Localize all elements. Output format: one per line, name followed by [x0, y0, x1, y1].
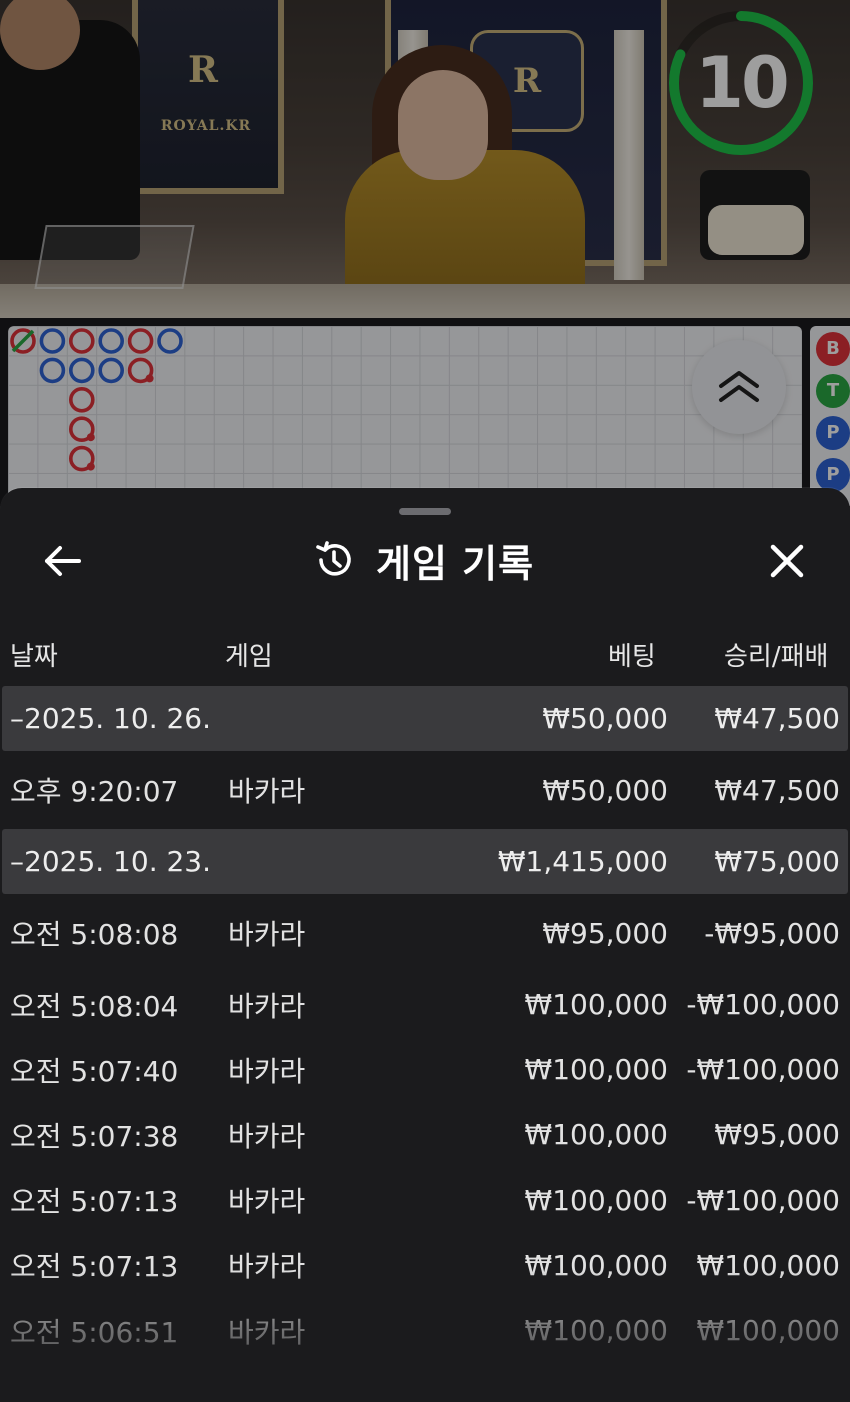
dim-overlay[interactable] — [0, 0, 850, 506]
history-table-header: 날짜 게임 베팅 승리/패배 — [0, 628, 850, 678]
game-row[interactable]: 오전 5:07:13 바카라 ₩100,000 ₩100,000 — [2, 1233, 848, 1298]
win-loss-amount: -₩100,000 — [686, 1183, 840, 1217]
group-date: –2025. 10. 26. — [10, 702, 212, 735]
game-row[interactable]: 오후 9:20:07 바카라 ₩50,000 ₩47,500 — [2, 751, 848, 829]
bet-amount: ₩100,000 — [524, 1118, 668, 1152]
game-name: 바카라 — [228, 1185, 306, 1219]
game-time: 오전 5:06:51 — [10, 1315, 179, 1349]
close-button[interactable] — [762, 536, 812, 586]
sheet-title: 게임 기록 — [312, 532, 534, 588]
column-header-result: 승리/패배 — [724, 642, 829, 672]
game-time: 오전 5:08:04 — [10, 989, 179, 1023]
game-name: 바카라 — [228, 1119, 306, 1153]
bet-amount: ₩100,000 — [524, 1183, 668, 1217]
game-row[interactable]: 오전 5:07:38 바카라 ₩100,000 ₩95,000 — [2, 1102, 848, 1167]
win-loss-amount: ₩100,000 — [696, 1248, 840, 1282]
game-row[interactable]: 오전 5:08:08 바카라 ₩95,000 -₩95,000 — [2, 894, 848, 972]
game-row[interactable]: 오전 5:06:51 바카라 ₩100,000 ₩100,000 — [2, 1298, 848, 1363]
win-loss-amount: -₩100,000 — [686, 988, 840, 1022]
game-time: 오전 5:07:40 — [10, 1054, 179, 1088]
game-time: 오전 5:08:08 — [10, 918, 179, 951]
bet-amount: ₩100,000 — [524, 988, 668, 1022]
bet-amount: ₩100,000 — [524, 1053, 668, 1087]
history-list: –2025. 10. 26. ₩50,000 ₩47,500 오후 9:20:07 바카… — [2, 686, 848, 1363]
game-time: 오전 5:07:13 — [10, 1250, 179, 1284]
bet-amount: ₩50,000 — [542, 773, 668, 807]
game-time: 오전 5:07:13 — [10, 1185, 179, 1219]
group-date: –2025. 10. 23. — [10, 845, 212, 878]
arrow-left-icon — [45, 546, 81, 576]
history-icon — [316, 541, 351, 576]
win-loss-amount: ₩95,000 — [714, 1118, 840, 1152]
bet-amount: ₩95,000 — [542, 916, 668, 950]
column-header-date: 날짜 — [10, 642, 58, 672]
back-button[interactable] — [40, 538, 86, 584]
group-bet-total: ₩1,415,000 — [497, 845, 668, 878]
game-time: 오후 9:20:07 — [10, 775, 179, 808]
bet-amount: ₩100,000 — [524, 1314, 668, 1348]
game-name: 바카라 — [228, 775, 306, 808]
game-name: 바카라 — [228, 918, 306, 951]
column-header-game: 게임 — [225, 642, 273, 672]
win-loss-amount: -₩100,000 — [686, 1053, 840, 1087]
game-time: 오전 5:07:38 — [10, 1119, 179, 1153]
game-row[interactable]: 오전 5:08:04 바카라 ₩100,000 -₩100,000 — [2, 972, 848, 1037]
group-result-total: ₩47,500 — [714, 702, 840, 735]
drag-handle[interactable] — [399, 508, 451, 515]
group-bet-total: ₩50,000 — [542, 702, 668, 735]
game-row[interactable]: 오전 5:07:40 바카라 ₩100,000 -₩100,000 — [2, 1037, 848, 1102]
game-name: 바카라 — [228, 989, 306, 1023]
bet-amount: ₩100,000 — [524, 1248, 668, 1282]
win-loss-amount: ₩47,500 — [714, 773, 840, 807]
game-history-sheet: 게임 기록 날짜 게임 베팅 승리/패배 –2025. 10. 26. ₩50,0… — [0, 488, 850, 1402]
game-name: 바카라 — [228, 1250, 306, 1284]
win-loss-amount: ₩100,000 — [696, 1314, 840, 1348]
close-icon — [770, 544, 804, 578]
win-loss-amount: -₩95,000 — [704, 916, 840, 950]
date-group-row[interactable]: –2025. 10. 26. ₩50,000 ₩47,500 — [2, 686, 848, 751]
game-name: 바카라 — [228, 1054, 306, 1088]
sheet-title-text: 게임 기록 — [376, 541, 535, 586]
date-group-row[interactable]: –2025. 10. 23. ₩1,415,000 ₩75,000 — [2, 829, 848, 894]
column-header-bet: 베팅 — [608, 642, 656, 672]
game-name: 바카라 — [228, 1315, 306, 1349]
group-result-total: ₩75,000 — [714, 845, 840, 878]
game-row[interactable]: 오전 5:07:13 바카라 ₩100,000 -₩100,000 — [2, 1168, 848, 1233]
